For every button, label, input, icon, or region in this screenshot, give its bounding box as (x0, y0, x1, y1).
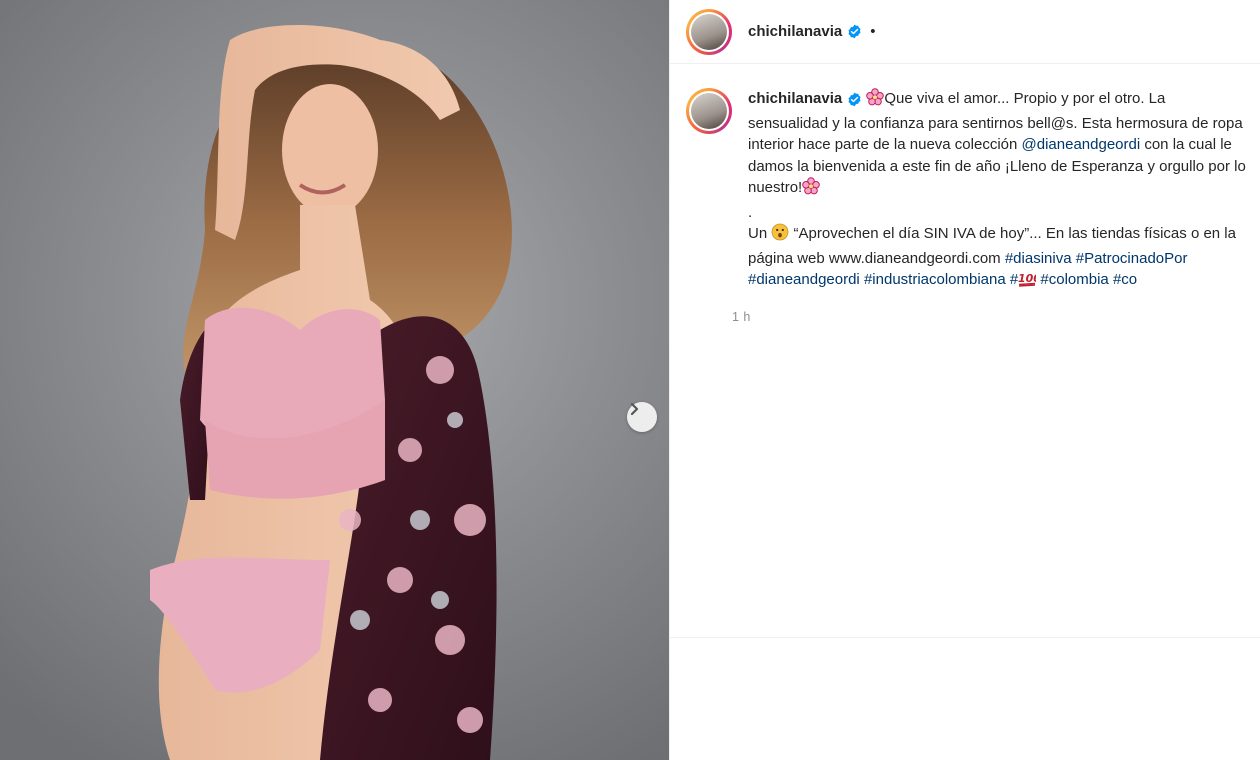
post-header: chichilanavia • (670, 0, 1260, 64)
caption-dot: . (748, 203, 753, 221)
post-media[interactable] (0, 0, 669, 760)
verified-badge-icon (847, 92, 862, 107)
chevron-right-icon (630, 402, 639, 416)
hashtag-link[interactable]: #diasiniva (1005, 250, 1072, 267)
hundred-points-emoji: 100 (1018, 269, 1042, 294)
hushed-face-emoji (771, 223, 789, 248)
header-separator: • (870, 23, 876, 40)
next-image-button[interactable] (627, 402, 657, 432)
hashtag-link[interactable]: #colombia (1040, 271, 1108, 288)
post-caption: chichilanavia Que viva el amor... Propio… (748, 88, 1248, 294)
hashtag-link[interactable]: #PatrocinadoPor (1076, 250, 1188, 267)
verified-badge-icon (847, 24, 862, 39)
header-username[interactable]: chichilanavia (748, 23, 842, 40)
caption-text-3-start: Un (748, 225, 772, 242)
caption-comment: chichilanavia Que viva el amor... Propio… (686, 88, 1249, 324)
hashtag-link[interactable]: #dianeandgeordi (748, 271, 860, 288)
avatar[interactable] (686, 8, 732, 55)
caption-username[interactable]: chichilanavia (748, 90, 842, 107)
hashtag-link[interactable]: #industriacolombiana (864, 271, 1006, 288)
mention-link[interactable]: @dianeandgeordi (1022, 136, 1141, 153)
caption-avatar[interactable] (686, 88, 732, 134)
panel-divider (670, 637, 1260, 638)
post-photo (150, 25, 512, 760)
cherry-blossom-emoji (866, 88, 885, 113)
post-timestamp[interactable]: 1 h (732, 310, 1248, 324)
cherry-blossom-emoji (802, 177, 821, 202)
hashtag-link[interactable]: # (1010, 271, 1018, 288)
hashtag-link[interactable]: #co (1113, 271, 1137, 288)
post-side-panel: chichilanavia • chichilanavia Que viva e… (669, 0, 1260, 760)
